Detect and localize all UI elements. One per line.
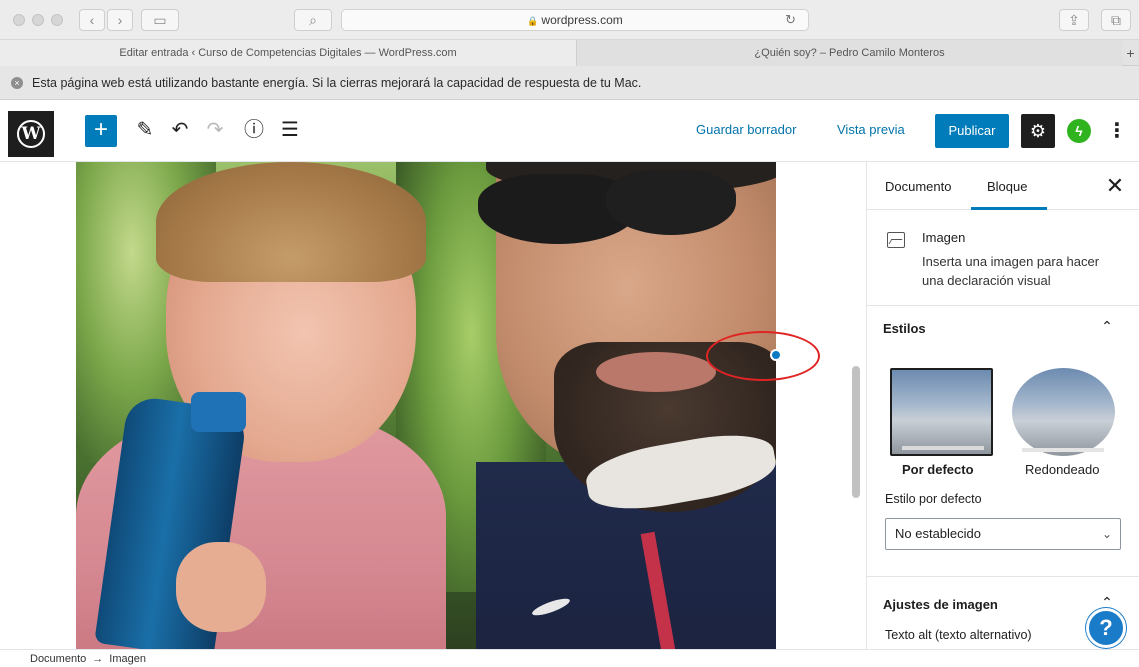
chevron-right-icon: ›	[117, 12, 123, 28]
style-label-default: Por defecto	[902, 462, 974, 477]
address-bar[interactable]: 🔒 wordpress.com ↻	[341, 9, 809, 31]
chevron-left-icon: ‹	[89, 12, 95, 28]
add-block-button[interactable]: +	[85, 115, 117, 147]
block-title: Imagen	[922, 230, 966, 245]
image-resize-handle[interactable]	[770, 349, 782, 361]
plus-icon: +	[1126, 45, 1135, 61]
close-icon: ✕	[1105, 173, 1125, 198]
undo-icon: ↶	[171, 119, 189, 141]
help-button[interactable]: ?	[1086, 608, 1126, 648]
block-description: Inserta una imagen para hacer una declar…	[922, 254, 1100, 288]
image-settings-title: Ajustes de imagen	[883, 597, 998, 612]
alt-text-label: Texto alt (texto alternativo)	[885, 628, 1032, 642]
select-value: No establecido	[895, 526, 981, 541]
back-button[interactable]: ‹	[79, 9, 105, 31]
editor-toolbar: W + ✎ ↶ ↷ ⓘ ☰ Guardar borrador Vista pre…	[0, 100, 1139, 162]
red-circle-annotation	[706, 331, 820, 381]
url-text: wordpress.com	[541, 13, 623, 27]
sidebar-tabs: Documento Bloque ✕	[867, 162, 1139, 210]
block-breadcrumb: Documento → Imagen	[0, 649, 1139, 667]
settings-sidebar: Documento Bloque ✕ Imagen Inserta una im…	[866, 162, 1139, 649]
list-icon: ☰	[281, 119, 299, 141]
editor-canvas	[0, 162, 866, 649]
chevron-down-icon: ⌄	[1101, 527, 1112, 541]
share-icon: ⇪	[1068, 12, 1080, 28]
sidebar-toggle-button[interactable]: ▭	[141, 9, 179, 31]
tab-label: ¿Quién soy? – Pedro Camilo Monteros	[754, 47, 945, 59]
styles-panel-header[interactable]: Estilos ⌃	[867, 306, 1139, 350]
info-icon: ⓘ	[244, 119, 264, 141]
tabs-overview-button[interactable]: ⧉	[1101, 9, 1131, 31]
search-icon: ⌕	[309, 12, 317, 28]
preview-button[interactable]: Vista previa	[837, 122, 905, 137]
browser-titlebar: ‹ › ▭ ⌕ 🔒 wordpress.com ↻ ⇪ ⧉	[0, 0, 1139, 40]
breadcrumb-documento[interactable]: Documento	[30, 653, 86, 665]
more-vertical-icon: ⋮	[1107, 120, 1127, 142]
default-style-select[interactable]: No establecido ⌄	[885, 518, 1121, 550]
minimize-window-button[interactable]	[32, 14, 44, 26]
plus-icon: +	[93, 116, 108, 143]
tabs-icon: ⧉	[1111, 12, 1121, 28]
reload-icon[interactable]: ↻	[785, 10, 796, 30]
panel-divider	[867, 576, 1139, 577]
redo-icon: ↷	[206, 119, 224, 141]
arrow-right-icon: →	[92, 653, 104, 665]
tab-documento[interactable]: Documento	[885, 179, 951, 194]
search-button[interactable]: ⌕	[294, 9, 332, 31]
content-info-button[interactable]: ⓘ	[240, 114, 268, 146]
wordpress-logo-button[interactable]: W	[8, 111, 54, 157]
sidebar-icon: ▭	[153, 12, 167, 28]
tab-bloque[interactable]: Bloque	[987, 179, 1027, 194]
forward-button[interactable]: ›	[107, 9, 133, 31]
block-navigation-button[interactable]: ☰	[276, 114, 304, 146]
styles-panel-title: Estilos	[883, 321, 926, 336]
tab-label: Editar entrada ‹ Curso de Competencias D…	[119, 47, 457, 59]
jetpack-icon: ϟ	[1075, 123, 1083, 139]
question-icon: ?	[1099, 615, 1113, 640]
style-option-default[interactable]	[890, 368, 993, 456]
style-option-rounded[interactable]	[1012, 368, 1115, 456]
zoom-window-button[interactable]	[51, 14, 63, 26]
save-draft-button[interactable]: Guardar borrador	[696, 122, 796, 137]
warning-text: Esta página web está utilizando bastante…	[32, 76, 642, 90]
edit-mode-button[interactable]: ✎	[131, 114, 159, 146]
new-tab-button[interactable]: +	[1122, 40, 1139, 66]
canvas-scrollbar[interactable]	[852, 366, 860, 498]
settings-button[interactable]: ⚙	[1021, 114, 1055, 148]
publish-button[interactable]: Publicar	[935, 114, 1009, 148]
jetpack-button[interactable]: ϟ	[1067, 119, 1091, 143]
style-label-rounded: Redondeado	[1025, 462, 1100, 477]
breadcrumb-imagen[interactable]: Imagen	[109, 653, 146, 665]
block-card: Imagen Inserta una imagen para hacer una…	[867, 210, 1139, 306]
browser-tabs: Editar entrada ‹ Curso de Competencias D…	[0, 40, 1139, 66]
undo-button[interactable]: ↶	[166, 114, 194, 146]
more-options-button[interactable]: ⋮	[1107, 116, 1127, 146]
share-button[interactable]: ⇪	[1059, 9, 1089, 31]
lock-icon: 🔒	[527, 16, 539, 26]
pencil-icon: ✎	[136, 119, 154, 141]
tab-quien-soy[interactable]: ¿Quién soy? – Pedro Camilo Monteros	[576, 40, 1122, 66]
default-style-label: Estilo por defecto	[885, 492, 982, 506]
gear-icon: ⚙	[1029, 121, 1047, 141]
redo-button[interactable]: ↷	[201, 114, 229, 146]
close-window-button[interactable]	[13, 14, 25, 26]
image-icon	[887, 232, 905, 248]
image-block[interactable]	[76, 162, 776, 649]
chevron-up-icon: ⌃	[1101, 318, 1113, 334]
energy-warning-banner: × Esta página web está utilizando bastan…	[0, 66, 1139, 100]
tab-edit-post[interactable]: Editar entrada ‹ Curso de Competencias D…	[0, 40, 576, 66]
close-sidebar-button[interactable]: ✕	[1103, 172, 1127, 200]
wordpress-icon: W	[17, 120, 45, 148]
close-warning-icon[interactable]: ×	[11, 77, 23, 89]
